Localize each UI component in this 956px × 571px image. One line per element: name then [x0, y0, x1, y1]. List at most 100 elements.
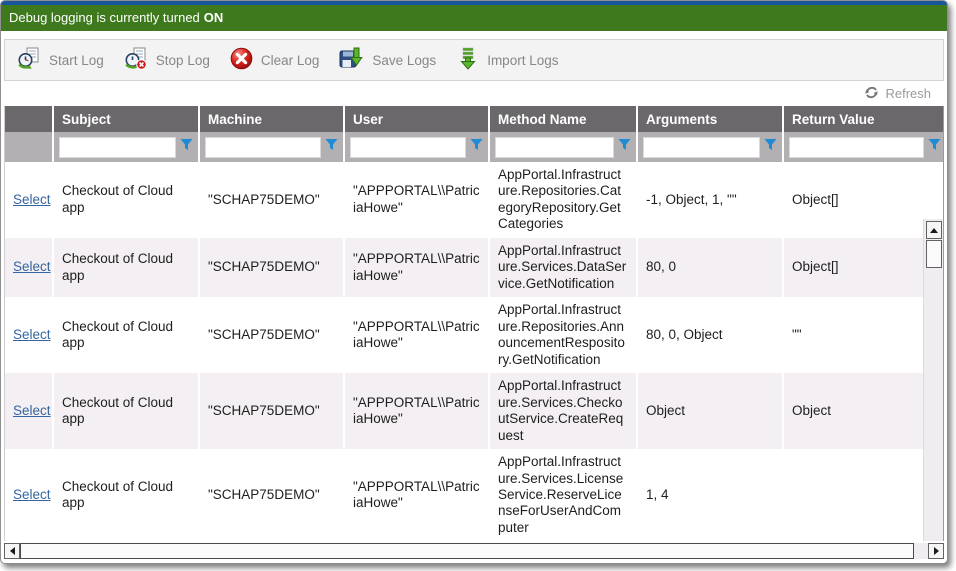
select-link[interactable]: Select: [13, 487, 51, 502]
method-name-filter-funnel-icon[interactable]: [618, 138, 631, 156]
method-name-cell: AppPortal.Infrastructure.Services.DataSe…: [489, 238, 637, 297]
table-row: Select Checkout of Cloud app "SCHAP75DEM…: [5, 297, 926, 373]
save-logs-button[interactable]: Save Logs: [331, 43, 448, 77]
method-name-cell: AppPortal.Infrastructure.Repositories.An…: [489, 297, 637, 373]
user-cell: "APPPORTAL\\PatriciaHowe": [344, 162, 489, 238]
column-header-arguments: Arguments: [637, 106, 783, 132]
subject-filter-funnel-icon[interactable]: [180, 138, 193, 156]
scroll-right-button[interactable]: [928, 543, 944, 559]
machine-cell: "SCHAP75DEMO": [199, 373, 344, 449]
arguments-filter-input[interactable]: [643, 137, 760, 158]
return-value-cell: Object[]: [783, 238, 926, 297]
arguments-filter-funnel-icon[interactable]: [764, 138, 777, 156]
table-row: Select Checkout of Cloud app "SCHAP75DEM…: [5, 238, 926, 297]
arrow-right-icon: [934, 547, 939, 555]
machine-filter-input[interactable]: [205, 137, 321, 158]
return-value-cell: [783, 449, 926, 541]
machine-cell: "SCHAP75DEMO": [199, 162, 344, 238]
import-logs-icon: [456, 47, 479, 73]
select-cell: Select: [5, 162, 53, 238]
table-row: Select Checkout of Cloud app "SCHAP75DEM…: [5, 373, 926, 449]
scroll-up-button[interactable]: [926, 221, 942, 239]
machine-cell: "SCHAP75DEMO": [199, 238, 344, 297]
machine-cell: "SCHAP75DEMO": [199, 297, 344, 373]
grid-body-table: Select Checkout of Cloud app "SCHAP75DEM…: [5, 162, 927, 541]
user-cell: "APPPORTAL\\PatriciaHowe": [344, 373, 489, 449]
user-cell: "APPPORTAL\\PatriciaHowe": [344, 449, 489, 541]
subject-cell: Checkout of Cloud app: [53, 449, 199, 541]
import-logs-label: Import Logs: [487, 53, 558, 68]
stop-log-label: Stop Log: [156, 53, 210, 68]
select-cell: Select: [5, 238, 53, 297]
select-link[interactable]: Select: [13, 327, 51, 342]
subject-filter-input[interactable]: [59, 137, 176, 158]
start-log-button[interactable]: Start Log: [9, 43, 116, 77]
subject-cell: Checkout of Cloud app: [53, 373, 199, 449]
column-header-subject: Subject: [53, 106, 199, 132]
column-header-return-value: Return Value: [783, 106, 944, 132]
horizontal-scrollbar[interactable]: [4, 543, 944, 559]
start-log-icon: [17, 47, 41, 73]
select-link[interactable]: Select: [13, 403, 51, 418]
refresh-label[interactable]: Refresh: [885, 86, 931, 101]
scroll-left-button[interactable]: [4, 543, 20, 559]
table-row: Select Checkout of Cloud app "SCHAP75DEM…: [5, 162, 926, 238]
arguments-cell: -1, Object, 1, "": [637, 162, 783, 238]
grid-body-area: Select Checkout of Cloud app "SCHAP75DEM…: [5, 162, 943, 541]
method-name-filter-input[interactable]: [495, 137, 614, 158]
arguments-cell: Object: [637, 373, 783, 449]
subject-cell: Checkout of Cloud app: [53, 297, 199, 373]
banner-text: Debug logging is currently turned: [9, 10, 200, 25]
machine-cell: "SCHAP75DEMO": [199, 449, 344, 541]
return-value-filter-input[interactable]: [789, 137, 924, 158]
subject-cell: Checkout of Cloud app: [53, 162, 199, 238]
return-value-cell: Object[]: [783, 162, 926, 238]
method-name-cell: AppPortal.Infrastructure.Services.Licens…: [489, 449, 637, 541]
column-header-user: User: [344, 106, 489, 132]
subject-cell: Checkout of Cloud app: [53, 238, 199, 297]
banner-state: ON: [204, 10, 224, 25]
arrow-up-icon: [930, 228, 938, 233]
save-logs-label: Save Logs: [372, 53, 436, 68]
return-value-cell: Object: [783, 373, 926, 449]
select-link[interactable]: Select: [13, 259, 51, 274]
arguments-cell: 80, 0, Object: [637, 297, 783, 373]
user-filter-funnel-icon[interactable]: [470, 138, 483, 156]
column-header-machine: Machine: [199, 106, 344, 132]
clear-log-label: Clear Log: [261, 53, 320, 68]
filter-cell-empty: [5, 132, 53, 162]
stop-log-button[interactable]: Stop Log: [116, 43, 222, 77]
return-value-filter-funnel-icon[interactable]: [928, 138, 941, 156]
stop-log-icon: [124, 47, 148, 73]
import-logs-button[interactable]: Import Logs: [448, 43, 570, 77]
refresh-icon[interactable]: [864, 85, 879, 103]
arguments-cell: 80, 0: [637, 238, 783, 297]
clear-log-button[interactable]: Clear Log: [222, 43, 332, 77]
start-log-label: Start Log: [49, 53, 104, 68]
select-cell: Select: [5, 373, 53, 449]
column-header-method-name: Method Name: [489, 106, 637, 132]
log-toolbar: Start Log Stop Log: [4, 39, 944, 81]
table-row: Select Checkout of Cloud app "SCHAP75DEM…: [5, 449, 926, 541]
column-header-select: [5, 106, 53, 132]
return-value-cell: "": [783, 297, 926, 373]
refresh-bar: Refresh: [1, 81, 947, 106]
select-link[interactable]: Select: [13, 192, 51, 207]
vertical-scrollbar-thumb[interactable]: [926, 240, 942, 268]
user-cell: "APPPORTAL\\PatriciaHowe": [344, 238, 489, 297]
user-filter-input[interactable]: [350, 137, 466, 158]
machine-filter-funnel-icon[interactable]: [325, 138, 338, 156]
save-logs-icon: [339, 47, 364, 73]
method-name-cell: AppPortal.Infrastructure.Repositories.Ca…: [489, 162, 637, 238]
user-cell: "APPPORTAL\\PatriciaHowe": [344, 297, 489, 373]
debug-status-banner: Debug logging is currently turned ON: [1, 5, 947, 31]
log-grid: Subject Machine User Method Name Argumen…: [4, 106, 944, 541]
horizontal-scrollbar-thumb[interactable]: [20, 543, 914, 559]
arrow-left-icon: [10, 547, 15, 555]
debug-log-window: Debug logging is currently turned ON Star…: [0, 0, 948, 564]
method-name-cell: AppPortal.Infrastructure.Services.Checko…: [489, 373, 637, 449]
clear-log-icon: [230, 47, 253, 73]
grid-header: Subject Machine User Method Name Argumen…: [5, 106, 944, 162]
vertical-scrollbar[interactable]: [923, 219, 943, 541]
arguments-cell: 1, 4: [637, 449, 783, 541]
